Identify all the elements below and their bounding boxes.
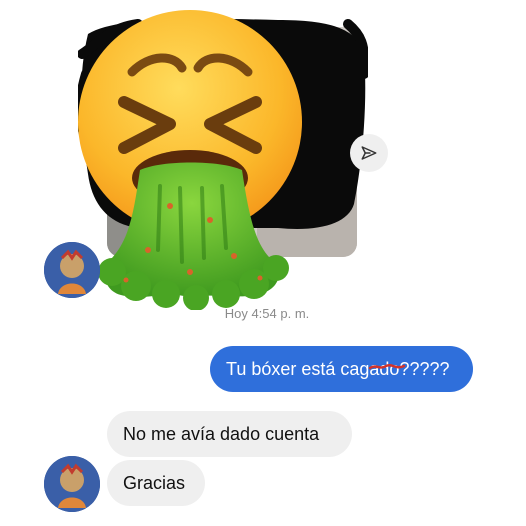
sent-message-bubble[interactable]: Tu bóxer está cagado????? [210,346,473,392]
sent-message-text: Tu bóxer está cagado????? [226,359,450,379]
received-message-text: No me avía dado cuenta [123,424,320,444]
contact-avatar[interactable] [44,456,100,512]
red-scribble-mark [368,364,406,370]
share-button[interactable] [350,134,388,172]
contact-avatar[interactable] [44,242,100,298]
received-message-bubble[interactable]: Gracias [107,460,205,506]
received-message-bubble[interactable]: No me avía dado cuenta [107,411,352,457]
avatar-image [44,456,100,512]
paper-plane-icon [361,146,377,160]
received-message-text: Gracias [123,473,186,493]
avatar-image [44,242,100,298]
vomiting-face-emoji [78,10,302,310]
message-timestamp: Hoy 4:54 p. m. [224,306,310,321]
